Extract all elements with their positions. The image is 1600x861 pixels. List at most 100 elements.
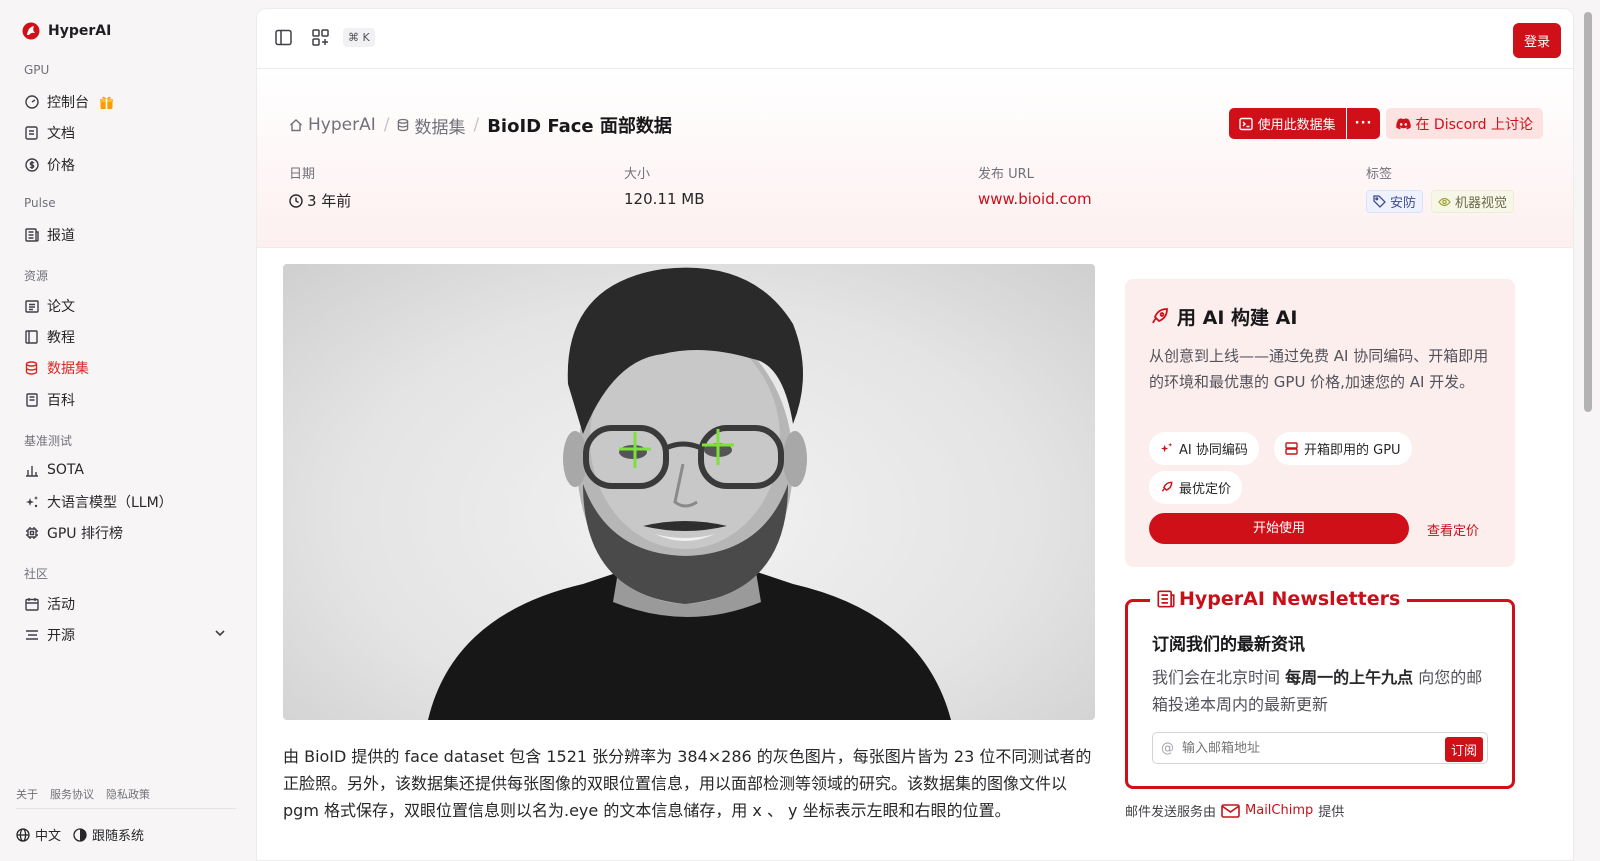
- promo-card: 用 AI 构建 AI 从创意到上线——通过免费 AI 协同编码、开箱即用的环境和…: [1125, 279, 1515, 567]
- language-label: 中文: [35, 829, 62, 844]
- gauge-icon: [24, 95, 39, 110]
- gift-icon: [99, 95, 114, 110]
- use-dataset-label: 使用此数据集: [1257, 118, 1336, 133]
- tag-machine-vision[interactable]: 机器视觉: [1431, 190, 1515, 213]
- server-icon: [1285, 442, 1298, 455]
- sidebar-item-label: 价格: [47, 158, 75, 174]
- home-icon: [289, 118, 303, 132]
- newsletter-text-bold: 每周一的上午九点: [1285, 668, 1414, 687]
- chip-gpu: 开箱即用的 GPU: [1274, 432, 1412, 465]
- meta-tags: 标签 安防 机器视觉: [1366, 163, 1515, 213]
- scrollbar-thumb[interactable]: [1584, 12, 1592, 412]
- dataset-description: 由 BioID 提供的 face dataset 包含 1521 张分辨率为 3…: [283, 747, 1092, 820]
- sidebar-item-gpu-rank[interactable]: GPU 排行榜: [24, 523, 234, 543]
- theme-button[interactable]: 跟随系统: [73, 825, 144, 844]
- newsletter-title-row: HyperAI Newsletters: [1150, 588, 1408, 610]
- mail-service-prefix: 邮件发送服务由: [1125, 805, 1217, 820]
- bar-chart-icon: [24, 463, 39, 478]
- top-bar: ⌘ K 登录: [257, 9, 1573, 69]
- calendar-icon: [24, 597, 39, 612]
- more-options-button[interactable]: ···: [1345, 108, 1381, 139]
- publish-url-link[interactable]: www.bioid.com: [978, 190, 1092, 208]
- rocket-icon: [1149, 307, 1169, 327]
- breadcrumb: HyperAI / 数据集 / BioID Face 面部数据: [289, 112, 672, 138]
- newsletter-text: 我们会在北京时间 每周一的上午九点 向您的邮箱投递本周内的最新更新: [1152, 664, 1492, 718]
- dataset-header: HyperAI / 数据集 / BioID Face 面部数据 使用此数据集 ·…: [257, 70, 1573, 248]
- email-field[interactable]: [1182, 740, 1422, 756]
- sidebar-item-tutorials[interactable]: 教程: [24, 327, 234, 347]
- sidebar-item-label: 文档: [47, 126, 75, 142]
- language-button[interactable]: 中文: [16, 825, 61, 844]
- meta-size-label: 大小: [624, 167, 651, 182]
- sidebar-item-papers[interactable]: 论文: [24, 296, 234, 316]
- sparkles-icon: [24, 495, 39, 510]
- footer-links: 关于 服务协议 隐私政策: [16, 786, 150, 802]
- chip-label: 最优定价: [1179, 482, 1232, 497]
- mailchimp-link[interactable]: MailChimp: [1245, 803, 1313, 818]
- sidebar-item-pricing[interactable]: 价格: [24, 155, 234, 175]
- meta-url: 发布 URL www.bioid.com: [978, 163, 1092, 208]
- chip-label: AI 协同编码: [1179, 443, 1248, 458]
- at-icon: @: [1161, 740, 1174, 756]
- email-field-wrapper: @ 订阅: [1152, 732, 1488, 764]
- sidebar-item-datasets[interactable]: 数据集: [24, 358, 234, 378]
- view-pricing-link[interactable]: 查看定价: [1427, 520, 1479, 539]
- subscribe-button[interactable]: 订阅: [1444, 737, 1483, 762]
- sidebar-item-console[interactable]: 控制台: [24, 92, 234, 112]
- sidebar-item-docs[interactable]: 文档: [24, 123, 234, 143]
- sidebar-item-llm[interactable]: 大语言模型（LLM）: [24, 492, 234, 512]
- app-logo[interactable]: HyperAI: [22, 22, 111, 40]
- sidebar-item-news[interactable]: 报道: [24, 225, 234, 245]
- database-icon: [24, 361, 39, 376]
- sidebar-item-wiki[interactable]: 百科: [24, 390, 234, 410]
- breadcrumb-home[interactable]: HyperAI: [289, 115, 376, 135]
- sidebar-item-label: 论文: [47, 299, 75, 315]
- sidebar-item-label: 教程: [47, 330, 75, 346]
- privacy-link[interactable]: 隐私政策: [106, 786, 150, 802]
- breadcrumb-home-label: HyperAI: [308, 115, 376, 135]
- login-button[interactable]: 登录: [1512, 23, 1561, 58]
- apps-grid-icon[interactable]: [312, 29, 329, 46]
- portrait-illustration: [428, 267, 951, 720]
- meta-date-text: 3 年前: [307, 192, 352, 210]
- sparkles-icon: [1160, 442, 1173, 455]
- theme-icon: [73, 827, 87, 842]
- sidebar-item-events[interactable]: 活动: [24, 594, 234, 614]
- newsletter-box: HyperAI Newsletters 订阅我们的最新资讯 我们会在北京时间 每…: [1125, 588, 1515, 789]
- search-shortcut[interactable]: ⌘ K: [343, 28, 375, 47]
- header-actions: 使用此数据集 ··· 在 Discord 上讨论: [1228, 108, 1543, 139]
- breadcrumb-datasets[interactable]: 数据集: [397, 113, 465, 138]
- section-gpu: GPU: [24, 63, 50, 77]
- tag-label: 安防: [1390, 196, 1417, 211]
- terminal-icon: [1238, 117, 1253, 131]
- footer-divider: [16, 808, 236, 809]
- sidebar-item-label: 大语言模型（LLM）: [47, 495, 173, 511]
- sidebar-item-sota[interactable]: SOTA: [24, 460, 234, 480]
- sidebar: HyperAI GPU 控制台 文档 价格 Pulse 报道 资源 论文 教程 …: [0, 0, 250, 861]
- sidebar-item-opensource[interactable]: 开源: [24, 625, 234, 645]
- use-dataset-button[interactable]: 使用此数据集: [1229, 108, 1346, 139]
- get-started-button[interactable]: 开始使用: [1149, 513, 1409, 544]
- discord-button[interactable]: 在 Discord 上讨论: [1386, 108, 1543, 139]
- about-link[interactable]: 关于: [16, 786, 38, 802]
- tag-security[interactable]: 安防: [1366, 190, 1424, 213]
- sidebar-toggle-icon[interactable]: [275, 29, 292, 46]
- sidebar-item-label: SOTA: [47, 462, 84, 478]
- chevron-down-icon[interactable]: [214, 627, 226, 639]
- paper-icon: [24, 299, 39, 314]
- newsletter-text-a: 我们会在北京时间: [1152, 668, 1286, 687]
- page-scrollbar[interactable]: [1578, 0, 1600, 861]
- discord-icon: [1396, 117, 1412, 130]
- sidebar-item-label: 活动: [47, 597, 75, 613]
- rocket-icon: [1160, 481, 1173, 494]
- section-resources: 资源: [24, 269, 49, 283]
- mail-service-suffix: 提供: [1318, 805, 1345, 820]
- database-icon: [397, 118, 409, 132]
- discord-label: 在 Discord 上讨论: [1415, 116, 1533, 133]
- mail-icon: [1221, 803, 1240, 818]
- sidebar-item-label: GPU 排行榜: [47, 526, 123, 542]
- mail-service-note: 邮件发送服务由 MailChimp 提供: [1125, 801, 1344, 820]
- book-icon: [24, 330, 39, 345]
- terms-link[interactable]: 服务协议: [50, 786, 94, 802]
- meta-date-label: 日期: [289, 167, 316, 182]
